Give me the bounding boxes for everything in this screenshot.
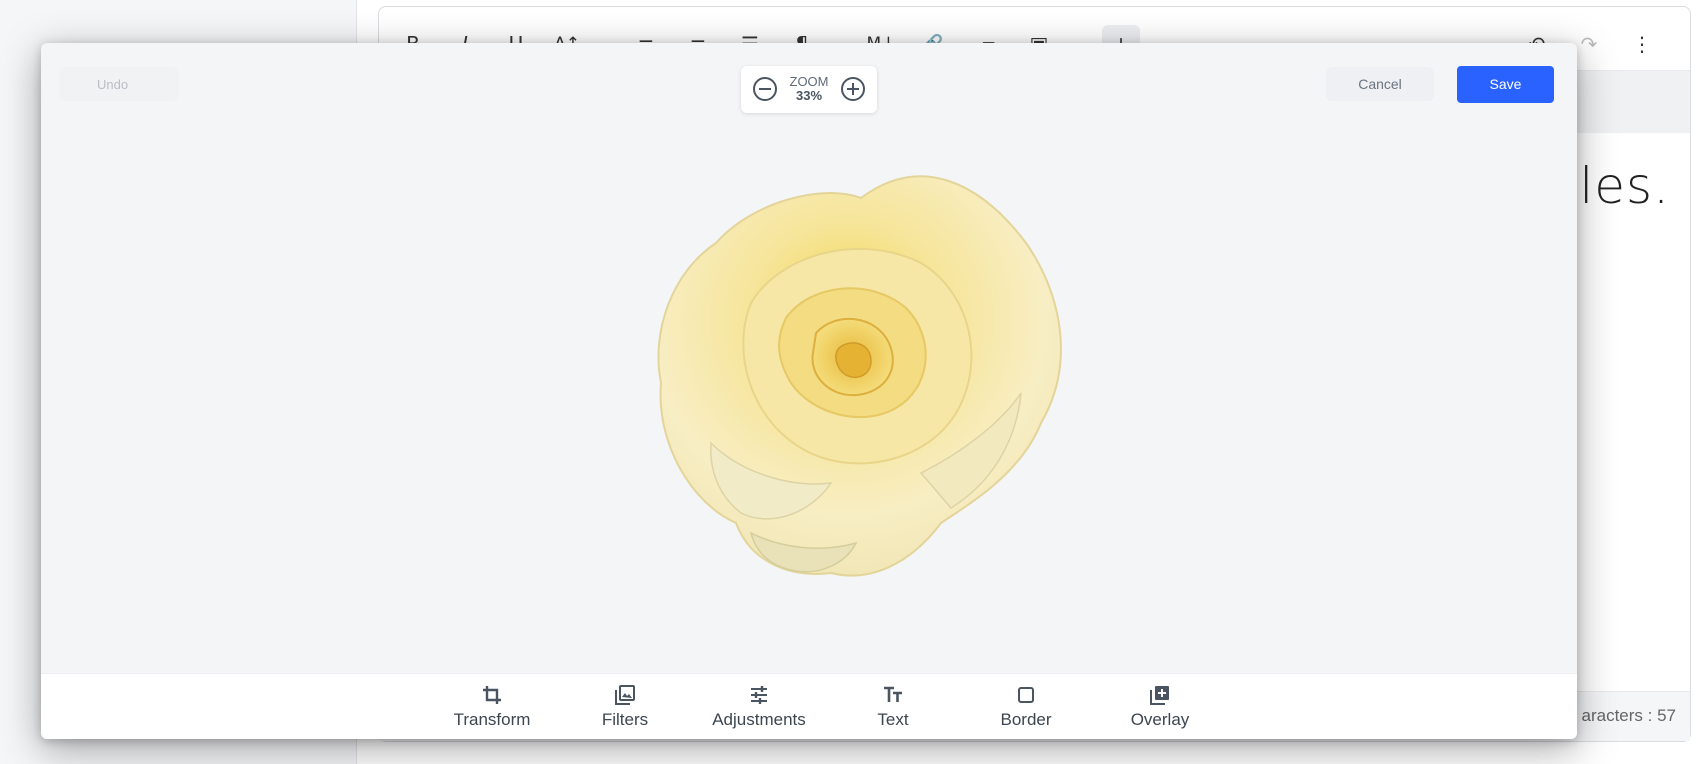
tab-label: Adjustments	[712, 710, 806, 729]
tab-label: Text	[877, 710, 909, 729]
tab-border[interactable]: Border	[966, 682, 1086, 736]
zoom-in-icon[interactable]	[841, 77, 865, 101]
rose-image	[657, 175, 1062, 577]
zoom-label: ZOOM	[789, 74, 829, 89]
add-layer-icon	[1150, 686, 1169, 705]
editor-tab-bar: Transform Filters Adjustments Text Borde…	[41, 673, 1577, 739]
zoom-out-icon[interactable]	[753, 77, 777, 101]
more-options-button[interactable]: ⋮	[1623, 25, 1661, 63]
tab-label: Border	[1000, 710, 1052, 729]
image-editor-modal: Undo ZOOM 33% Cancel Save Transform Filt…	[41, 43, 1577, 739]
edited-image[interactable]	[621, 143, 1081, 583]
tab-filters[interactable]: Filters	[565, 682, 685, 736]
tab-transform[interactable]: Transform	[432, 682, 552, 736]
character-count: aracters : 57	[1581, 706, 1677, 725]
tab-text[interactable]: Text	[833, 682, 953, 736]
cancel-button[interactable]: Cancel	[1326, 67, 1434, 101]
tab-label: Transform	[453, 710, 531, 729]
tab-adjustments[interactable]: Adjustments	[699, 682, 819, 736]
square-icon	[1018, 687, 1034, 703]
tab-overlay[interactable]: Overlay	[1100, 682, 1220, 736]
tab-label: Filters	[601, 710, 649, 729]
text-icon	[884, 686, 902, 702]
sliders-icon	[751, 686, 767, 704]
crop-icon	[483, 686, 501, 704]
tab-label: Overlay	[1130, 710, 1190, 729]
zoom-control: ZOOM 33%	[741, 66, 877, 113]
undo-button[interactable]: Undo	[59, 67, 179, 101]
filters-icon	[615, 685, 635, 705]
zoom-value: 33%	[795, 88, 823, 103]
save-button[interactable]: Save	[1457, 66, 1554, 103]
